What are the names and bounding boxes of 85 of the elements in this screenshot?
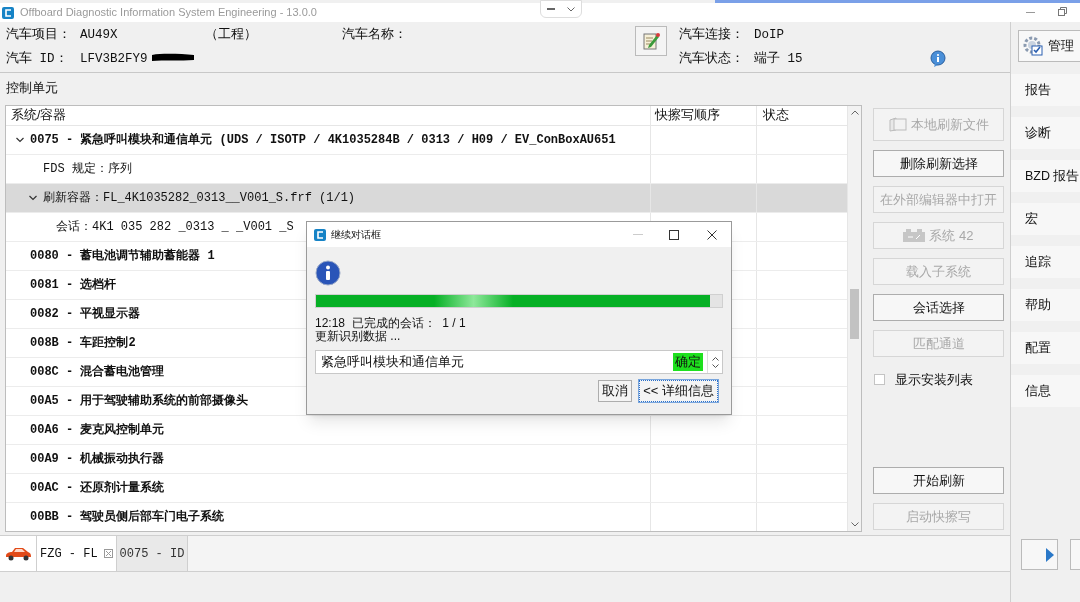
gear-check-icon	[1022, 35, 1044, 57]
nav-item[interactable]: 追踪	[1011, 246, 1080, 278]
status-text: 12:18 已完成的会话： 1 / 1	[315, 317, 467, 330]
table-row[interactable]: 刷新容器：FL_4K1035282_0313__V001_S.frf (1/1)	[6, 183, 847, 213]
nav-item[interactable]: BZD 报告	[1011, 160, 1080, 192]
spinner[interactable]	[707, 351, 722, 373]
dialog-title: 继续对话框	[331, 228, 381, 242]
manage-button[interactable]: 管理	[1018, 30, 1080, 62]
field-label: 汽车状态：	[679, 50, 744, 68]
column-header[interactable]: 系统/容器	[6, 106, 651, 125]
field-note: （工程）	[205, 27, 257, 44]
status-badge: 确定	[673, 352, 703, 372]
spin-down-icon[interactable]	[711, 363, 719, 368]
maximize-icon[interactable]	[669, 229, 679, 240]
row-text: 00AC - 还原剂计量系统	[30, 479, 165, 497]
table-row[interactable]: FDS 规定：序列	[6, 154, 847, 184]
nav-item[interactable]: 报告	[1011, 74, 1080, 106]
checkbox[interactable]	[874, 374, 885, 385]
restore-icon[interactable]	[1058, 7, 1067, 16]
chevron-down-icon[interactable]	[567, 6, 575, 12]
dialog-button[interactable]: << 详细信息	[639, 380, 718, 402]
nav-item[interactable]: 配置	[1011, 332, 1080, 364]
row-text: 00BB - 驾驶员侧后部车门电子系统	[30, 508, 225, 526]
field-value: LFV3B2FY9	[80, 51, 148, 68]
row-text: 008C - 混合蓄电池管理	[30, 363, 165, 381]
column-header[interactable]: 快擦写顺序	[651, 106, 757, 125]
row-text: 0075 - 紧急呼叫模块和通信单元 (UDS / ISOTP / 4K1035284B / 0313 / H09 / EV_ConBoxAU651	[30, 131, 616, 149]
field-label: 汽车 ID：	[6, 50, 68, 68]
field-value: DoIP	[754, 27, 784, 44]
row-text: 0080 - 蓄电池调节辅助蓄能器 1	[30, 247, 215, 265]
scroll-up-icon[interactable]	[850, 110, 859, 115]
folder-icon	[888, 117, 907, 132]
action-button[interactable]: 开始刷新	[873, 467, 1004, 494]
table-row[interactable]: 00A9 - 机械振动执行器	[6, 444, 847, 474]
checkbox-label[interactable]: 显示安装列表	[895, 369, 973, 390]
nav-item[interactable]: 诊断	[1011, 117, 1080, 149]
table-row[interactable]: 0075 - 紧急呼叫模块和通信单元 (UDS / ISOTP / 4K1035284B / 0313 / H09 / EV_ConBoxAU651	[6, 125, 847, 155]
notepad-pencil-icon	[641, 31, 661, 51]
row-text: 00A5 - 用于驾驶辅助系统的前部摄像头	[30, 392, 249, 410]
session-list[interactable]: 紧急呼叫模块和通信单元 确定	[315, 350, 723, 374]
row-text: 00A9 - 机械振动执行器	[30, 450, 165, 468]
row-text: 0081 - 选档杆	[30, 276, 117, 294]
window-title: Offboard Diagnostic Information System Engineering - 13.0.0	[20, 5, 317, 21]
document-tab[interactable]: FZG - FL	[37, 536, 117, 571]
field-label: 汽车名称：	[342, 26, 407, 44]
edit-button[interactable]	[635, 26, 667, 56]
section-title: 控制单元	[6, 78, 58, 97]
row-text: FDS 规定：序列	[43, 160, 132, 178]
list-item[interactable]: 紧急呼叫模块和通信单元	[321, 352, 464, 372]
scroll-down-icon[interactable]	[850, 522, 859, 527]
info-icon	[315, 260, 341, 286]
row-text: 00A6 - 麦克风控制单元	[30, 421, 165, 439]
vehicle-tab[interactable]	[0, 536, 37, 571]
scrollbar[interactable]	[847, 106, 861, 531]
nav-item[interactable]: 宏	[1011, 203, 1080, 235]
row-text: 会话：4K1 035 282 _0313 _ _V001 _S	[56, 218, 294, 236]
app-icon	[314, 228, 326, 241]
minimize-icon	[633, 234, 643, 235]
car-icon	[4, 546, 32, 561]
nav-item[interactable]: 信息	[1011, 375, 1080, 407]
spin-up-icon[interactable]	[711, 356, 719, 361]
field-label: 汽车项目：	[6, 26, 71, 44]
row-text: 刷新容器：FL_4K1035282_0313__V001_S.frf (1/1)	[43, 189, 356, 207]
scrollbar-thumb[interactable]	[850, 289, 859, 339]
field-label: 汽车连接：	[679, 26, 744, 44]
row-text: 008B - 车距控制2	[30, 334, 136, 352]
info-icon[interactable]	[929, 50, 947, 68]
forward-button[interactable]	[1021, 539, 1059, 570]
action-button[interactable]: 删除刷新选择	[873, 150, 1004, 177]
arrow-right-icon	[1045, 546, 1056, 563]
row-text: 0082 - 平视显示器	[30, 305, 141, 323]
nav-item[interactable]: 帮助	[1011, 289, 1080, 321]
action-button[interactable]: 会话选择	[873, 294, 1004, 321]
module-icon	[903, 229, 926, 242]
redaction-mark	[151, 52, 195, 62]
table-row[interactable]: 00AC - 还原剂计量系统	[6, 473, 847, 503]
chevron-down-icon[interactable]	[29, 193, 37, 202]
close-icon[interactable]	[707, 229, 717, 240]
document-tab[interactable]: 0075 - ID	[116, 536, 189, 571]
column-header[interactable]: 状态	[757, 106, 847, 125]
activity-text: 更新识别数据 ...	[315, 330, 402, 343]
chevron-down-icon[interactable]	[16, 135, 24, 144]
field-value: AU49X	[80, 27, 118, 44]
field-value: 端子 15	[754, 50, 803, 68]
dialog-button[interactable]: 取消	[598, 380, 633, 402]
